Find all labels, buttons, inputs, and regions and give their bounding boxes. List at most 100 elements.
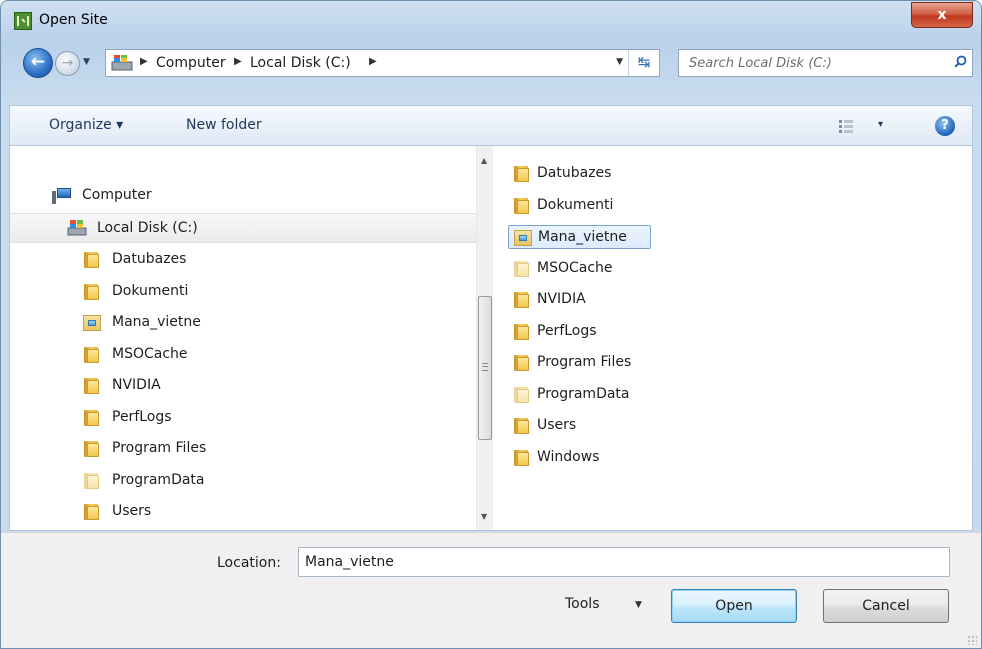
open-site-dialog: Open Site x ← → ▼ ▶ Computer ▶ Local Dis…: [0, 0, 982, 649]
shared-folder-icon: [514, 230, 532, 246]
file-list-item[interactable]: PerfLogs: [508, 320, 668, 344]
file-item-label: Program Files: [537, 354, 632, 370]
tree-item-folder[interactable]: Users: [10, 497, 476, 527]
tree-item-folder[interactable]: NVIDIA: [10, 371, 476, 401]
folder-icon: [513, 291, 530, 308]
file-list-item[interactable]: NVIDIA: [508, 288, 668, 312]
folder-icon: [513, 386, 530, 403]
file-item-label: Windows: [537, 448, 600, 465]
folder-icon: [513, 165, 530, 182]
file-list-item[interactable]: Windows: [508, 446, 668, 470]
file-list-pane: Datubazes Dokumenti Mana_vietne MSOCache NVI…: [494, 146, 972, 530]
refresh-icon: ↹: [637, 53, 651, 71]
command-toolbar: Organize ▾ New folder ▾ ?: [9, 105, 973, 145]
tools-dropdown-icon[interactable]: ▼: [635, 600, 642, 610]
folder-icon: [83, 440, 100, 457]
breadcrumb-computer[interactable]: Computer: [156, 55, 226, 71]
folder-icon: [83, 503, 100, 520]
tree-item-label: PerfLogs: [112, 408, 172, 425]
tree-item-label: Local Disk (C:): [97, 220, 198, 236]
content-area: Computer Local Disk (C:) Datubazes Dokume…: [9, 145, 973, 531]
back-arrow-icon: ←: [30, 52, 46, 72]
open-button[interactable]: Open: [671, 589, 797, 623]
folder-icon: [83, 251, 100, 268]
file-item-label: Datubazes: [537, 165, 612, 181]
tree-item-folder[interactable]: Dokumenti: [10, 277, 476, 307]
shared-folder-icon: [83, 315, 101, 331]
file-list-item[interactable]: ProgramData: [508, 383, 668, 407]
file-item-label: Users: [537, 417, 577, 433]
forward-button[interactable]: →: [55, 51, 80, 76]
tree-item-label: Computer: [82, 187, 152, 203]
file-list-item[interactable]: Dokumenti: [508, 194, 668, 218]
resize-grip[interactable]: [967, 635, 977, 645]
navigation-pane: Computer Local Disk (C:) Datubazes Dokume…: [10, 146, 476, 530]
forward-arrow-icon: →: [61, 55, 74, 71]
search-input[interactable]: [679, 50, 954, 76]
tree-item-folder[interactable]: MSOCache: [10, 340, 476, 370]
scroll-up-icon[interactable]: ▲: [481, 156, 487, 165]
tree-item-folder[interactable]: ProgramData: [10, 466, 476, 496]
folder-icon: [83, 472, 100, 489]
file-list-item[interactable]: MSOCache: [508, 257, 668, 281]
close-button[interactable]: x: [911, 2, 973, 28]
change-view-icon[interactable]: [838, 118, 854, 134]
tree-item-label: Users: [112, 503, 152, 519]
recent-locations-dropdown[interactable]: ▼: [83, 57, 93, 67]
folder-icon: [83, 377, 100, 394]
tools-button[interactable]: Tools: [565, 596, 600, 612]
tree-item-folder[interactable]: Datubazes: [10, 245, 476, 275]
file-item-label: MSOCache: [537, 259, 613, 276]
tree-item-label: NVIDIA: [112, 377, 161, 393]
bottom-panel: Location: Tools ▼ Open Cancel: [1, 532, 981, 648]
folder-icon: [513, 449, 530, 466]
tree-item-folder[interactable]: PerfLogs: [10, 403, 476, 433]
scroll-down-icon[interactable]: ▼: [481, 512, 487, 521]
tree-item-local-disk[interactable]: Local Disk (C:): [10, 213, 476, 243]
drive-icon: [111, 55, 133, 71]
file-item-label: Mana_vietne: [538, 229, 627, 245]
address-dropdown-icon[interactable]: ▼: [616, 57, 623, 67]
folder-icon: [83, 283, 100, 300]
title-bar[interactable]: Open Site x: [1, 1, 981, 41]
organize-button[interactable]: Organize ▾: [49, 117, 123, 133]
tree-item-label: Mana_vietne: [112, 314, 201, 330]
tree-item-folder[interactable]: Mana_vietne: [10, 308, 476, 338]
file-list-item[interactable]: Mana_vietne: [508, 225, 651, 249]
file-item-label: NVIDIA: [537, 291, 586, 307]
tree-item-computer[interactable]: Computer: [10, 181, 476, 211]
tree-item-folder[interactable]: Program Files: [10, 434, 476, 464]
scrollbar-thumb[interactable]: [478, 296, 492, 440]
file-item-label: Dokumenti: [537, 196, 614, 213]
location-label: Location:: [217, 555, 281, 571]
address-bar[interactable]: ▶ Computer ▶ Local Disk (C:) ▶ ▼ ↹: [105, 49, 660, 77]
new-folder-button[interactable]: New folder: [186, 117, 262, 133]
window-title: Open Site: [39, 12, 108, 28]
search-icon[interactable]: [954, 55, 967, 68]
app-icon: [14, 12, 32, 30]
file-list-item[interactable]: Datubazes: [508, 162, 668, 186]
folder-icon: [513, 260, 530, 277]
folder-icon: [513, 354, 530, 371]
drive-icon: [67, 220, 87, 236]
refresh-button[interactable]: ↹: [628, 50, 659, 76]
location-input[interactable]: [298, 547, 950, 577]
search-box[interactable]: [678, 49, 973, 77]
help-icon[interactable]: ?: [935, 116, 955, 136]
breadcrumb-separator-icon[interactable]: ▶: [140, 56, 148, 67]
file-item-label: PerfLogs: [537, 322, 597, 339]
breadcrumb-separator-icon[interactable]: ▶: [234, 56, 242, 67]
back-button[interactable]: ←: [23, 48, 53, 78]
breadcrumb-separator-icon[interactable]: ▶: [369, 56, 377, 67]
file-list-item[interactable]: Program Files: [508, 351, 668, 375]
cancel-button[interactable]: Cancel: [823, 589, 949, 623]
file-list-item[interactable]: Users: [508, 414, 668, 438]
navigation-scrollbar[interactable]: ▲ ▼: [476, 146, 493, 530]
breadcrumb-local-disk[interactable]: Local Disk (C:): [250, 55, 351, 71]
views-dropdown-icon[interactable]: ▾: [878, 119, 883, 130]
folder-icon: [83, 409, 100, 426]
tree-item-label: Dokumenti: [112, 282, 189, 299]
computer-icon: [52, 187, 72, 205]
folder-icon: [83, 346, 100, 363]
tree-item-label: ProgramData: [112, 471, 205, 488]
